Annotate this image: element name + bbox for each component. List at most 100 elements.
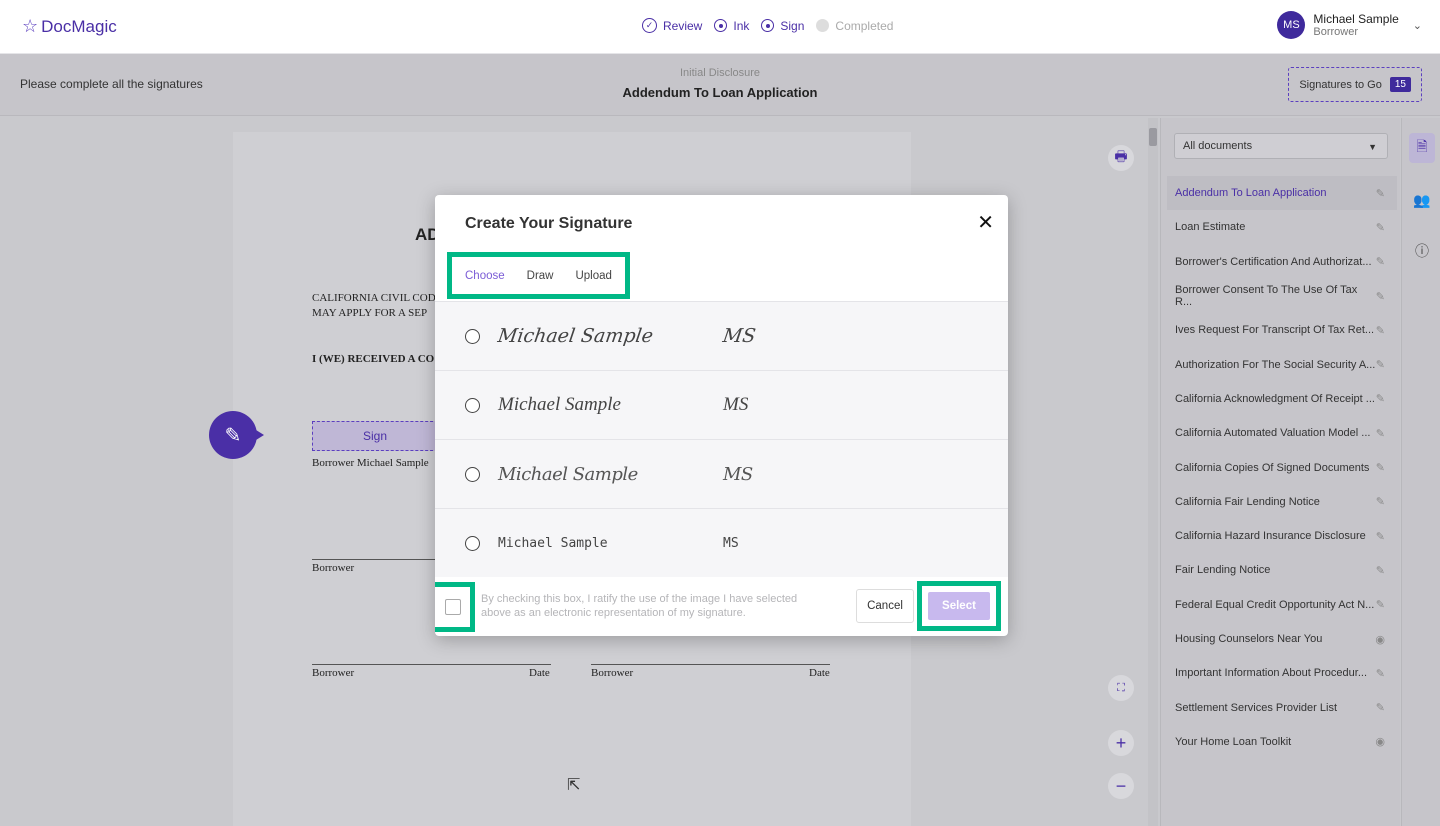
pencil-icon[interactable]: ✎ (1376, 530, 1385, 543)
plus-icon: + (1115, 732, 1127, 753)
borrower-name: Borrower Michael Sample (312, 457, 429, 469)
pencil-icon[interactable]: ✎ (1376, 392, 1385, 405)
logo[interactable]: ☆ DocMagic (22, 16, 117, 37)
mouse-cursor-icon: ⇱ (567, 777, 581, 794)
pencil-icon[interactable]: ✎ (1376, 427, 1385, 440)
caret-down-icon: ▼ (1368, 142, 1377, 152)
radio-dot-icon (714, 19, 728, 32)
signature-option[interactable]: Michael Sample MS (435, 302, 1008, 371)
print-button[interactable]: 🖶 (1108, 145, 1134, 171)
close-icon[interactable]: ✕ (977, 213, 994, 233)
document-heading: Initial Disclosure Addendum To Loan Appl… (0, 67, 1440, 100)
document-list-item[interactable]: Authorization For The Social Security A.… (1167, 347, 1397, 381)
select-button[interactable]: Select (928, 592, 990, 620)
document-list-item[interactable]: California Fair Lending Notice ✎ (1167, 485, 1397, 519)
document-list-item[interactable]: Borrower Consent To The Use Of Tax R... ✎ (1167, 279, 1397, 313)
eye-icon[interactable]: ◉ (1375, 633, 1385, 646)
document-list-item[interactable]: Ives Request For Transcript Of Tax Ret..… (1167, 313, 1397, 347)
step-label: Sign (780, 18, 805, 33)
document-scrollbar[interactable] (1148, 118, 1158, 826)
users-icon: 👥 (1413, 191, 1431, 208)
pencil-icon[interactable]: ✎ (1376, 358, 1385, 371)
document-list-item[interactable]: Important Information About Procedur... ✎ (1167, 656, 1397, 690)
document-list-label: Loan Estimate (1175, 221, 1246, 234)
signatures-count-badge: 15 (1389, 77, 1411, 92)
tab-choose[interactable]: Choose (465, 270, 505, 282)
pencil-icon[interactable]: ✎ (1376, 667, 1385, 680)
pencil-icon[interactable]: ✎ (1376, 495, 1385, 508)
document-text-line: I (WE) RECEIVED A CO (312, 353, 435, 365)
signature-line (591, 664, 830, 665)
signature-option[interactable]: Michael Sample MS (435, 371, 1008, 440)
document-list-item[interactable]: Federal Equal Credit Opportunity Act N..… (1167, 588, 1397, 622)
document-list-item[interactable]: Fair Lending Notice ✎ (1167, 553, 1397, 587)
document-list-label: Addendum To Loan Application (1175, 187, 1327, 200)
user-menu[interactable]: MS Michael Sample Borrower ⌄ (1277, 11, 1422, 39)
pencil-icon[interactable]: ✎ (1376, 564, 1385, 577)
signature-option[interactable]: Michael Sample MS (435, 509, 1008, 578)
signatures-to-go-button[interactable]: Signatures to Go 15 (1288, 67, 1422, 102)
document-list-label: California Acknowledgment Of Receipt ... (1175, 392, 1375, 405)
cancel-button[interactable]: Cancel (856, 589, 914, 623)
document-text-line: CALIFORNIA CIVIL COD (312, 292, 436, 304)
document-list-label: Housing Counselors Near You (1175, 633, 1323, 645)
user-role: Borrower (1313, 26, 1359, 38)
tab-draw[interactable]: Draw (527, 270, 554, 282)
step-sign: Sign (761, 19, 804, 33)
document-list-item[interactable]: Addendum To Loan Application ✎ (1167, 176, 1397, 211)
radio-button[interactable] (465, 536, 480, 551)
info-icon: ⓘ (1415, 243, 1429, 259)
radio-button[interactable] (465, 397, 480, 413)
document-list-item[interactable]: Borrower's Certification And Authorizat.… (1167, 245, 1397, 279)
participants-tab-button[interactable]: 👥 (1409, 185, 1435, 215)
step-label: Ink (733, 18, 750, 33)
pencil-icon[interactable]: ✎ (1376, 187, 1385, 200)
pencil-icon[interactable]: ✎ (1376, 598, 1385, 611)
zoom-in-button[interactable]: + (1108, 730, 1134, 756)
signature-initials: MS (723, 394, 749, 415)
date-label: Date (809, 667, 830, 679)
filter-value: All documents (1183, 140, 1253, 152)
signature-full: Michael Sample (496, 325, 655, 347)
create-signature-dialog: Create Your Signature ✕ Choose Draw Uplo… (435, 195, 1008, 636)
document-list-item[interactable]: California Hazard Insurance Disclosure ✎ (1167, 519, 1397, 553)
document-list-item[interactable]: Settlement Services Provider List ✎ (1167, 690, 1397, 724)
pencil-icon[interactable]: ✎ (1376, 461, 1385, 474)
pencil-icon[interactable]: ✎ (1376, 701, 1385, 714)
info-tab-button[interactable]: ⓘ (1409, 236, 1435, 266)
document-list-item[interactable]: California Acknowledgment Of Receipt ...… (1167, 382, 1397, 416)
user-name: Michael Sample (1313, 12, 1399, 26)
document-list-item[interactable]: Your Home Loan Toolkit ◉ (1167, 725, 1397, 759)
documents-filter-select[interactable]: All documents ▼ (1174, 133, 1388, 159)
signature-full: Michael Sample (498, 394, 621, 415)
document-list-label: Borrower's Certification And Authorizat.… (1175, 255, 1372, 268)
zoom-out-button[interactable]: − (1108, 773, 1134, 799)
sign-field[interactable]: Sign (312, 421, 438, 451)
sign-pen-button[interactable]: ✎ (209, 411, 264, 459)
scrollbar-thumb[interactable] (1149, 128, 1157, 146)
signature-tabs: Choose Draw Upload (447, 252, 630, 299)
documents-panel: All documents ▼ Addendum To Loan Applica… (1160, 118, 1400, 826)
signature-line (312, 559, 436, 560)
document-list-label: Your Home Loan Toolkit (1175, 735, 1292, 748)
document-list-item[interactable]: Housing Counselors Near You ◉ (1167, 622, 1397, 656)
tab-upload[interactable]: Upload (575, 270, 611, 282)
document-list-item[interactable]: California Automated Valuation Model ...… (1167, 416, 1397, 450)
document-list-label: California Automated Valuation Model ... (1175, 427, 1371, 440)
radio-button[interactable] (465, 328, 480, 344)
document-list-label: Settlement Services Provider List (1175, 701, 1338, 714)
pencil-icon[interactable]: ✎ (1376, 255, 1385, 268)
ratify-checkbox[interactable] (445, 599, 461, 615)
eye-icon[interactable]: ◉ (1375, 735, 1385, 748)
radio-button[interactable] (465, 466, 480, 482)
documents-tab-button[interactable]: 🗎 (1409, 133, 1435, 163)
pencil-icon[interactable]: ✎ (1376, 324, 1385, 337)
chevron-down-icon[interactable]: ⌄ (1413, 19, 1422, 32)
fullscreen-button[interactable]: ⛶ (1108, 675, 1134, 701)
pencil-icon[interactable]: ✎ (1376, 221, 1385, 234)
signature-option[interactable]: Michael Sample MS (435, 440, 1008, 509)
pencil-icon[interactable]: ✎ (1376, 290, 1385, 303)
document-list-item[interactable]: Loan Estimate ✎ (1167, 210, 1397, 244)
document-list-item[interactable]: California Copies Of Signed Documents ✎ (1167, 450, 1397, 484)
avatar: MS (1277, 11, 1306, 39)
